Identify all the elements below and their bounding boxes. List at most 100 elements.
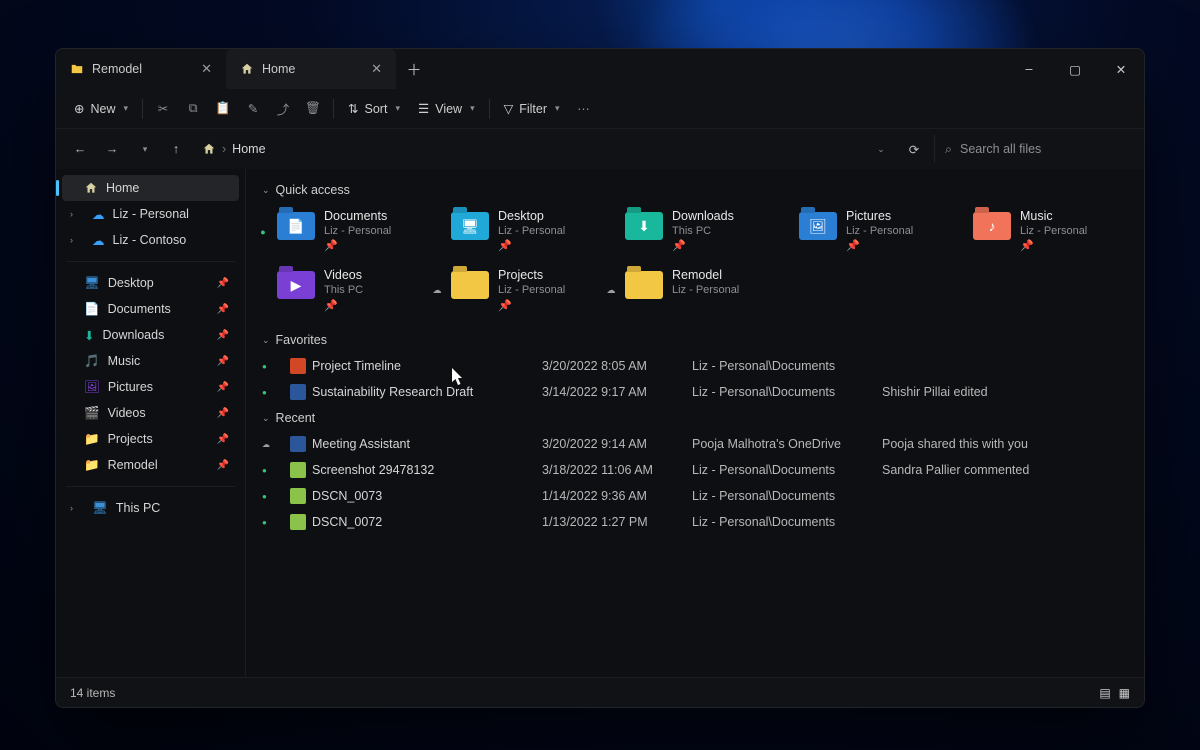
quick-access-downloads[interactable]: ⬇ Downloads This PC 📌 xyxy=(600,205,770,258)
address-dropdown-button[interactable]: ⌄ xyxy=(866,135,894,163)
image-file-icon xyxy=(290,462,306,478)
tab-remodel[interactable]: Remodel ✕ xyxy=(56,49,226,89)
sidebar-item-desktop[interactable]: 🖥 Desktop 📌 xyxy=(62,270,239,296)
more-button[interactable]: ⋯ xyxy=(570,95,598,122)
sidebar-item-home[interactable]: Home xyxy=(62,175,239,201)
quick-access-music[interactable]: ♪ Music Liz - Personal 📌 xyxy=(948,205,1118,258)
quick-access-pictures[interactable]: 🖼 Pictures Liz - Personal 📌 xyxy=(774,205,944,258)
chevron-right-icon[interactable]: › xyxy=(70,503,73,513)
onedrive-icon: ☁ xyxy=(92,207,105,222)
cut-button[interactable]: ✂ xyxy=(149,95,177,122)
quick-access-documents[interactable]: ● 📄 Documents Liz - Personal 📌 xyxy=(252,205,422,258)
up-button[interactable]: ↑ xyxy=(162,135,190,163)
share-button[interactable]: ⤴ xyxy=(269,93,297,124)
list-item[interactable]: ● Sustainability Research Draft 3/14/202… xyxy=(246,379,1144,405)
list-item[interactable]: ☁ Meeting Assistant 3/20/2022 9:14 AM Po… xyxy=(246,431,1144,457)
section-label: Favorites xyxy=(276,333,327,347)
section-quick-access[interactable]: ⌄ Quick access xyxy=(246,177,1144,203)
sidebar-item-downloads[interactable]: ⬇ Downloads 📌 xyxy=(62,322,239,348)
refresh-button[interactable]: ⟳ xyxy=(900,135,928,163)
titlebar: Remodel ✕ Home ✕ ＋ – ▢ ✕ xyxy=(56,49,1144,89)
minimize-button[interactable]: – xyxy=(1006,49,1052,89)
file-location: Liz - Personal\Documents xyxy=(692,463,882,477)
pin-icon: 📌 xyxy=(846,240,913,254)
chevron-down-icon: ▾ xyxy=(395,103,400,114)
section-favorites[interactable]: ⌄ Favorites xyxy=(246,327,1144,353)
sidebar-item-liz-personal[interactable]: › ☁ Liz - Personal xyxy=(62,201,239,227)
pin-icon: 📌 xyxy=(217,408,229,419)
sidebar-item-remodel[interactable]: 📁 Remodel 📌 xyxy=(62,452,239,478)
details-view-button[interactable]: ▤ xyxy=(1099,686,1110,700)
tab-label: Remodel xyxy=(92,62,142,76)
chevron-right-icon[interactable]: › xyxy=(70,235,73,245)
sidebar-item-projects[interactable]: 📁 Projects 📌 xyxy=(62,426,239,452)
filter-button[interactable]: ▽ Filter ▾ xyxy=(496,95,568,122)
sidebar-item-label: Liz - Contoso xyxy=(113,233,187,247)
folder-icon xyxy=(70,62,84,76)
sidebar-item-pictures[interactable]: 🖼 Pictures 📌 xyxy=(62,374,239,400)
section-label: Quick access xyxy=(276,183,350,197)
section-recent[interactable]: ⌄ Recent xyxy=(246,405,1144,431)
image-file-icon xyxy=(290,514,306,530)
copy-button[interactable]: ⧉ xyxy=(179,95,207,122)
folder-icon: ▶ xyxy=(276,268,316,302)
sidebar-item-this-pc[interactable]: › 🖥 This PC xyxy=(62,495,239,521)
back-button[interactable]: ← xyxy=(66,135,94,163)
tab-home[interactable]: Home ✕ xyxy=(226,49,396,89)
word-file-icon xyxy=(290,436,306,452)
sidebar-item-videos[interactable]: 🎬 Videos 📌 xyxy=(62,400,239,426)
chevron-down-icon: ⌄ xyxy=(262,335,270,346)
quick-access-desktop[interactable]: 🖥 Desktop Liz - Personal 📌 xyxy=(426,205,596,258)
pin-icon: 📌 xyxy=(217,304,229,315)
onedrive-icon: ☁ xyxy=(92,233,105,248)
maximize-button[interactable]: ▢ xyxy=(1052,49,1098,89)
sidebar-item-label: Remodel xyxy=(108,458,158,472)
ppt-file-icon xyxy=(290,358,306,374)
filter-label: Filter xyxy=(519,102,547,116)
sidebar-item-music[interactable]: 🎵 Music 📌 xyxy=(62,348,239,374)
ellipsis-icon: ⋯ xyxy=(577,101,590,116)
view-label: View xyxy=(435,102,462,116)
pin-icon: 📌 xyxy=(217,382,229,393)
close-icon[interactable]: ✕ xyxy=(201,61,212,77)
forward-button[interactable]: → xyxy=(98,135,126,163)
file-name: Sustainability Research Draft xyxy=(312,385,542,399)
file-date: 3/14/2022 9:17 AM xyxy=(542,385,692,399)
new-tab-button[interactable]: ＋ xyxy=(396,49,432,89)
filter-icon: ▽ xyxy=(504,101,514,116)
item-location: Liz - Personal xyxy=(846,225,913,239)
quick-access-projects[interactable]: ☁ Projects Liz - Personal 📌 xyxy=(426,264,596,317)
desktop-icon: 🖥 xyxy=(84,276,100,291)
breadcrumb[interactable]: › Home xyxy=(202,142,862,156)
rename-button[interactable]: ✎ xyxy=(239,95,267,122)
sidebar-item-label: Documents xyxy=(108,302,171,316)
image-file-icon xyxy=(290,488,306,504)
search-input[interactable]: ⌕ Search all files xyxy=(934,135,1134,163)
new-button[interactable]: ⊕ New ▾ xyxy=(66,95,136,122)
recent-locations-button[interactable]: ▾ xyxy=(130,135,158,163)
paste-button[interactable]: 📋 xyxy=(209,95,237,122)
list-item[interactable]: ● DSCN_0073 1/14/2022 9:36 AM Liz - Pers… xyxy=(246,483,1144,509)
chevron-right-icon[interactable]: › xyxy=(70,209,73,219)
chevron-down-icon: ▾ xyxy=(143,144,148,155)
close-button[interactable]: ✕ xyxy=(1098,49,1144,89)
item-location: This PC xyxy=(324,284,363,298)
sidebar-item-label: Desktop xyxy=(108,276,154,290)
view-button[interactable]: ☰ View ▾ xyxy=(410,95,483,122)
quick-access-remodel[interactable]: ☁ Remodel Liz - Personal xyxy=(600,264,770,317)
delete-button[interactable]: 🗑 xyxy=(299,95,327,122)
sidebar: Home › ☁ Liz - Personal › ☁ Liz - Contos… xyxy=(56,169,246,677)
quick-access-videos[interactable]: ▶ Videos This PC 📌 xyxy=(252,264,422,317)
close-icon[interactable]: ✕ xyxy=(371,61,382,77)
sort-button[interactable]: ⇅ Sort ▾ xyxy=(340,95,408,122)
synced-icon: ● xyxy=(258,227,268,237)
sidebar-item-liz-contoso[interactable]: › ☁ Liz - Contoso xyxy=(62,227,239,253)
item-name: Downloads xyxy=(672,209,734,225)
sidebar-item-documents[interactable]: 📄 Documents 📌 xyxy=(62,296,239,322)
synced-icon: ● xyxy=(262,362,290,371)
list-item[interactable]: ● Project Timeline 3/20/2022 8:05 AM Liz… xyxy=(246,353,1144,379)
list-item[interactable]: ● DSCN_0072 1/13/2022 1:27 PM Liz - Pers… xyxy=(246,509,1144,535)
list-item[interactable]: ● Screenshot 29478132 3/18/2022 11:06 AM… xyxy=(246,457,1144,483)
sidebar-item-label: Home xyxy=(106,181,139,195)
tiles-view-button[interactable]: ▦ xyxy=(1119,686,1130,700)
